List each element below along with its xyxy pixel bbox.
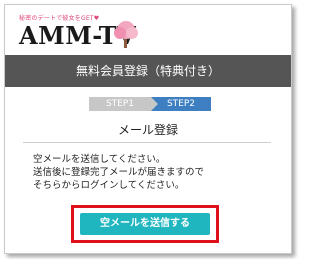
instruction-line-1: 空メールを送信してください。 (33, 154, 166, 165)
highlight-box: 空メールを送信する (71, 205, 219, 243)
instruction-text: 空メールを送信してください。 送信後に登録完了メールが届きますので そちらからロ… (33, 153, 204, 192)
instruction-line-2: 送信後に登録完了メールが届きますので (33, 167, 205, 178)
send-empty-mail-button[interactable]: 空メールを送信する (80, 213, 210, 235)
tree-icon (114, 21, 138, 48)
section-title: メール登録 (117, 123, 178, 137)
divider (23, 142, 271, 143)
site-header: 秘密のデートで彼女をGET♥ AMM-TV (5, 5, 291, 53)
registration-banner: 無料会員登録（特典付き） (5, 55, 291, 87)
step-arrow-icon (151, 97, 158, 111)
step-2: STEP2 (151, 97, 211, 111)
step-1: STEP1 (89, 97, 151, 111)
page-frame: 秘密のデートで彼女をGET♥ AMM-TV 無料会員登録（特典付き） STEP1… (4, 4, 292, 254)
instruction-line-3: そちらからログインしてください。 (33, 180, 185, 191)
